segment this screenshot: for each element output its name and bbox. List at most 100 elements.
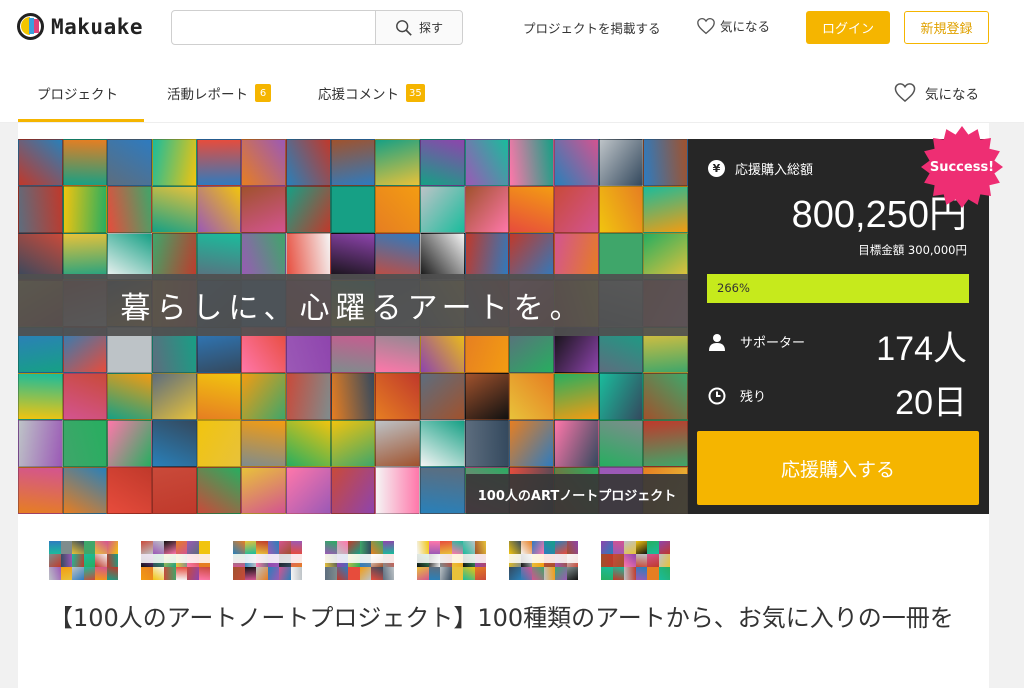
thumbnail-1[interactable]	[49, 541, 118, 580]
thumbnail-tile	[141, 541, 153, 554]
thumbnail-tile	[106, 554, 118, 567]
thumbnail-tile	[509, 541, 521, 554]
mosaic-tile	[420, 185, 465, 233]
thumbnail-tile	[164, 567, 176, 580]
thumbnail-tile	[72, 567, 84, 580]
mosaic-tile	[464, 185, 510, 233]
thumbnail-tile	[95, 541, 107, 554]
thumbnail-tile	[532, 567, 544, 580]
mosaic-tile	[330, 420, 376, 468]
search-box: 探す	[171, 10, 463, 45]
thumbnail-tile	[428, 541, 440, 554]
project-title: 【100人のアートノートプロジェクト】100種類のアートから、お気に入りの一冊を	[49, 604, 954, 632]
thumbnail-tile	[325, 567, 337, 580]
mosaic-tile	[107, 232, 152, 280]
thumbnail-6[interactable]	[509, 541, 578, 580]
tab-support-comments[interactable]: 応援コメント 35	[318, 83, 425, 103]
thumbnail-4[interactable]	[325, 541, 394, 580]
mosaic-tile	[152, 373, 197, 421]
mosaic-tile	[330, 373, 376, 421]
thumbnail-tile	[635, 567, 647, 580]
thumbnail-tile	[141, 567, 153, 580]
thumbnail-2[interactable]	[141, 541, 210, 580]
mosaic-tile	[464, 420, 510, 468]
support-purchase-button[interactable]: 応援購入する	[697, 431, 979, 505]
thumbnail-tile	[509, 567, 521, 580]
mosaic-tile	[107, 185, 152, 233]
mosaic-tile	[509, 373, 554, 421]
thumbnail-tile	[624, 554, 636, 567]
login-button[interactable]: ログイン	[806, 11, 890, 44]
thumbnail-tile	[417, 567, 429, 580]
mosaic-tile	[18, 232, 63, 280]
thumbnail-tile	[290, 541, 302, 554]
thumbnail-tile	[175, 541, 187, 554]
mosaic-tile	[107, 467, 152, 514]
mosaic-tile	[375, 232, 420, 280]
thumbnail-tile	[175, 567, 187, 580]
makuake-logo[interactable]: Makuake	[17, 13, 143, 40]
thumbnail-tile	[187, 567, 199, 580]
project-favorite-button[interactable]: 気になる	[893, 82, 979, 103]
thumbnail-tile	[555, 567, 567, 580]
search-input[interactable]	[172, 11, 375, 44]
mosaic-tile	[152, 420, 197, 468]
thumbnail-tile	[566, 567, 578, 580]
tab-project[interactable]: プロジェクト	[37, 83, 118, 103]
mosaic-tile	[375, 420, 420, 468]
thumbnail-tile	[601, 567, 613, 580]
mosaic-tile	[598, 232, 644, 280]
thumbnail-tile	[566, 541, 578, 554]
thumbnail-tile	[371, 541, 383, 554]
thumbnail-tile	[95, 567, 107, 580]
mosaic-tile	[286, 420, 331, 468]
thumbnail-tile	[658, 567, 670, 580]
site-header: Makuake 探す プロジェクトを掲載する 気になる ログイン 新規登録	[0, 0, 1024, 56]
funding-progress-bar: 266%	[707, 274, 969, 303]
search-button[interactable]: 探す	[375, 11, 462, 44]
signup-button[interactable]: 新規登録	[904, 11, 989, 44]
thumbnail-tile	[624, 541, 636, 554]
thumbnail-tile	[474, 541, 486, 554]
thumbnail-7[interactable]	[601, 541, 670, 580]
mosaic-tile	[241, 420, 286, 468]
thumbnail-tile	[256, 567, 268, 580]
thumbnail-tile	[336, 567, 348, 580]
thumbnail-tile	[49, 554, 61, 567]
thumbnail-tile	[635, 541, 647, 554]
thumbnail-3[interactable]	[233, 541, 302, 580]
thumbnail-tile	[72, 554, 84, 567]
hero-image[interactable]: 暮らしに、心躍るアートを。 100人のARTノートプロジェクト	[18, 139, 688, 514]
mosaic-tile	[375, 373, 420, 421]
mosaic-tile	[420, 373, 465, 421]
thumbnail-tile	[198, 541, 210, 554]
thumbnail-tile	[543, 567, 555, 580]
thumbnail-tile	[451, 567, 463, 580]
thumbnail-tile	[106, 567, 118, 580]
favorites-link[interactable]: 気になる	[696, 16, 770, 35]
search-icon	[396, 19, 412, 36]
favorites-label: 気になる	[720, 19, 771, 34]
mosaic-tile	[509, 420, 554, 468]
tab-activity-report[interactable]: 活動レポート 6	[167, 83, 271, 103]
project-tabs: プロジェクト 活動レポート 6 応援コメント 35 気になる	[0, 56, 1024, 123]
mosaic-tile	[18, 139, 63, 186]
thumbnail-tile	[428, 567, 440, 580]
post-project-link[interactable]: プロジェクトを掲載する	[523, 18, 661, 37]
thumbnail-tile	[624, 567, 636, 580]
mosaic-tile	[62, 467, 108, 514]
thumbnail-tile	[612, 567, 624, 580]
thumbnail-tile	[152, 567, 164, 580]
thumbnail-tile	[658, 554, 670, 567]
thumbnail-tile	[647, 541, 659, 554]
person-icon	[709, 333, 725, 351]
thumbnail-tile	[279, 567, 291, 580]
mosaic-tile	[241, 467, 286, 514]
thumbnail-5[interactable]	[417, 541, 486, 580]
mosaic-tile	[464, 232, 510, 280]
mosaic-tile	[420, 139, 465, 186]
mosaic-tile	[598, 139, 644, 186]
mosaic-tile	[241, 139, 286, 186]
supporters-row: サポーター	[708, 332, 805, 351]
thumbnail-tile	[267, 567, 279, 580]
